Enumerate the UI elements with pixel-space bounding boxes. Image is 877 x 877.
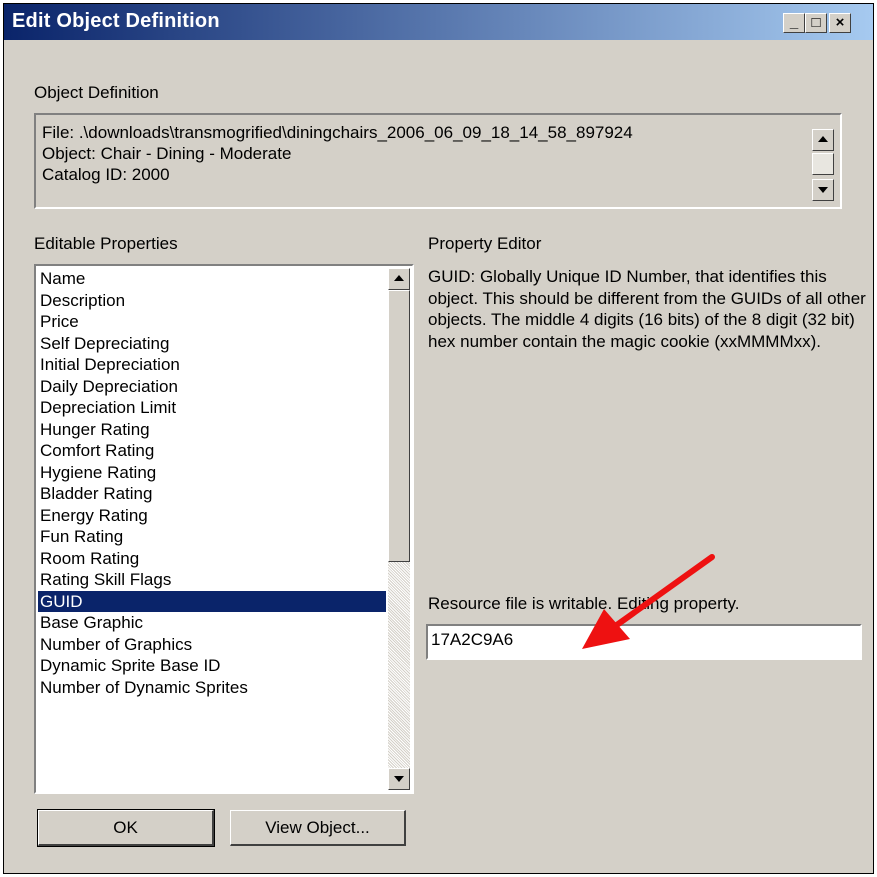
- object-catalog-line: Catalog ID: 2000: [42, 165, 170, 184]
- properties-scroll-down-button[interactable]: [388, 768, 410, 790]
- list-item[interactable]: Price: [38, 311, 386, 333]
- list-item[interactable]: Base Graphic: [38, 612, 386, 634]
- maximize-button[interactable]: □: [805, 13, 827, 33]
- properties-list-items: Name Description Price Self Depreciating Ini…: [38, 268, 386, 790]
- properties-scroll-thumb[interactable]: [388, 290, 410, 562]
- list-item[interactable]: Fun Rating: [38, 526, 386, 548]
- minimize-button[interactable]: _: [783, 13, 805, 33]
- object-scroll-thumb[interactable]: [812, 153, 834, 175]
- property-description: GUID: Globally Unique ID Number, that id…: [428, 267, 866, 351]
- list-item[interactable]: Name: [38, 268, 386, 290]
- list-item[interactable]: Daily Depreciation: [38, 376, 386, 398]
- arrow-down-icon: [394, 776, 404, 782]
- object-definition-box[interactable]: File: .\downloads\transmogrified\diningc…: [34, 113, 842, 209]
- object-scroll-down-button[interactable]: [812, 179, 834, 201]
- list-item[interactable]: Bladder Rating: [38, 483, 386, 505]
- list-item[interactable]: Comfort Rating: [38, 440, 386, 462]
- list-item[interactable]: Hunger Rating: [38, 419, 386, 441]
- list-item[interactable]: Energy Rating: [38, 505, 386, 527]
- list-item[interactable]: Room Rating: [38, 548, 386, 570]
- properties-scroll-up-button[interactable]: [388, 268, 410, 290]
- object-scroll-up-button[interactable]: [812, 129, 834, 151]
- property-value-text: 17A2C9A6: [431, 630, 514, 649]
- close-icon: ×: [835, 14, 845, 31]
- window-title: Edit Object Definition: [12, 10, 220, 32]
- list-item[interactable]: Description: [38, 290, 386, 312]
- list-item[interactable]: Self Depreciating: [38, 333, 386, 355]
- ok-button[interactable]: OK: [37, 809, 215, 847]
- arrow-down-icon: [818, 187, 828, 193]
- edit-object-definition-dialog: Edit Object Definition _ □ × Object Defi…: [3, 3, 874, 874]
- properties-scrollbar[interactable]: [388, 268, 410, 790]
- arrow-up-icon: [818, 136, 828, 142]
- editable-properties-list[interactable]: Name Description Price Self Depreciating Ini…: [34, 264, 414, 794]
- object-file-line: File: .\downloads\transmogrified\diningc…: [42, 123, 633, 142]
- editable-properties-label: Editable Properties: [34, 234, 178, 253]
- title-bar[interactable]: Edit Object Definition _ □ ×: [4, 4, 873, 40]
- property-editor-label: Property Editor: [428, 234, 542, 253]
- object-definition-text: File: .\downloads\transmogrified\diningc…: [42, 122, 633, 185]
- arrow-up-icon: [394, 275, 404, 281]
- red-arrow-icon: [582, 554, 715, 649]
- list-item[interactable]: Depreciation Limit: [38, 397, 386, 419]
- list-item[interactable]: Number of Dynamic Sprites: [38, 677, 386, 699]
- minimize-icon: _: [789, 14, 799, 31]
- list-item-selected[interactable]: GUID: [38, 590, 386, 612]
- object-name-line: Object: Chair - Dining - Moderate: [42, 144, 292, 163]
- list-item[interactable]: Initial Depreciation: [38, 354, 386, 376]
- list-item[interactable]: Rating Skill Flags: [38, 569, 386, 591]
- object-definition-label: Object Definition: [34, 83, 159, 102]
- object-definition-scrollbar[interactable]: [812, 129, 834, 201]
- view-object-button[interactable]: View Object...: [230, 810, 406, 846]
- list-item[interactable]: Dynamic Sprite Base ID: [38, 655, 386, 677]
- close-button[interactable]: ×: [829, 13, 851, 33]
- maximize-icon: □: [811, 14, 821, 31]
- list-item[interactable]: Hygiene Rating: [38, 462, 386, 484]
- list-item[interactable]: Number of Graphics: [38, 634, 386, 656]
